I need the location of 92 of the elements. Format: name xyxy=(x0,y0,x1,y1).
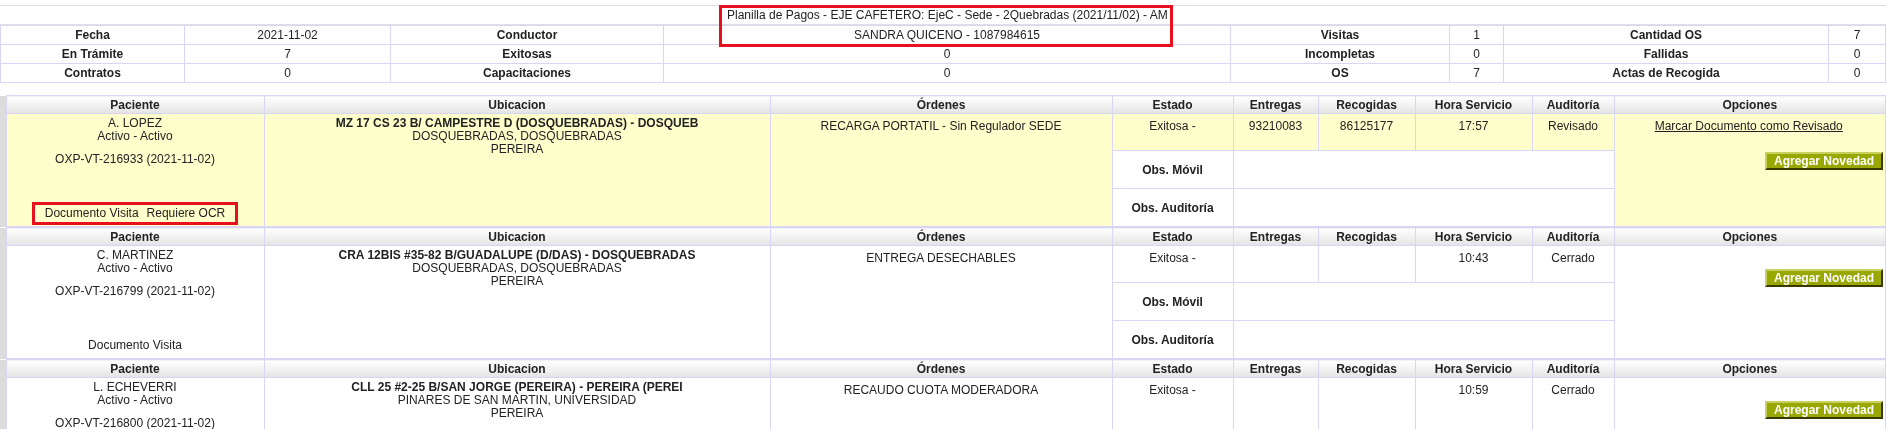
patient-name: L. ECHEVERRI xyxy=(92,381,178,394)
address-text: CLL 25 #2-25 B/SAN JORGE (PEREIRA) - PEREIRA (PEREI xyxy=(350,381,684,394)
city-text: PEREIRA xyxy=(490,275,544,288)
summary-label: Cantidad OS xyxy=(1503,25,1829,45)
column-header: Órdenes xyxy=(770,227,1112,246)
mark-reviewed-link[interactable]: Marcar Documento como Revisado xyxy=(1654,119,1843,133)
visit-document-number: OXP-VT-216799 (2021-11-02) xyxy=(54,285,216,298)
neighborhood-text: DOSQUEBRADAS, DOSQUEBRADAS xyxy=(411,130,622,143)
column-header: Ubicacion xyxy=(264,227,770,246)
status-cell: Exitosa - xyxy=(1112,377,1233,429)
patient-status: Activo - Activo xyxy=(96,394,174,407)
audit-cell: Cerrado xyxy=(1532,377,1614,429)
document-link[interactable]: Documento Visita xyxy=(44,207,139,220)
summary-value: 0 xyxy=(663,63,1231,83)
summary-value: 2021-11-02 xyxy=(184,25,391,45)
column-header: Ubicacion xyxy=(264,95,770,114)
column-header: Hora Servicio xyxy=(1415,95,1532,114)
column-header: Auditoría xyxy=(1532,95,1614,114)
audit-cell: Revisado xyxy=(1532,113,1614,151)
neighborhood-text: DOSQUEBRADAS, DOSQUEBRADAS xyxy=(411,262,622,275)
column-header: Entregas xyxy=(1233,227,1318,246)
column-header: Entregas xyxy=(1233,359,1318,378)
summary-label: Incompletas xyxy=(1230,44,1450,64)
service-time-cell: 10:43 xyxy=(1415,245,1532,283)
service-time-cell: 17:57 xyxy=(1415,113,1532,151)
observation-label: Obs. Móvil xyxy=(1112,282,1233,321)
address-text: MZ 17 CS 23 B/ CAMPESTRE D (DOSQUEBRADAS) - DOSQUEB xyxy=(334,117,700,130)
column-header: Hora Servicio xyxy=(1415,359,1532,378)
column-header: Estado xyxy=(1112,359,1233,378)
summary-label: Visitas xyxy=(1230,25,1450,45)
column-header: Entregas xyxy=(1233,95,1318,114)
column-header: Recogidas xyxy=(1318,359,1415,378)
column-header: Paciente xyxy=(6,227,264,246)
summary-value: 0 xyxy=(1828,44,1886,64)
patient-name: C. MARTINEZ xyxy=(95,249,175,262)
visit-document-number: OXP-VT-216800 (2021-11-02) xyxy=(54,417,216,429)
pickups-cell: 86125177 xyxy=(1318,113,1415,151)
report-title: Planilla de Pagos - EJE CAFETERO: EjeC - Sede - 2Quebradas (2021/11/02) - AM xyxy=(727,7,1168,24)
summary-value: 7 xyxy=(1449,63,1504,83)
summary-label: Exitosas xyxy=(390,44,664,64)
summary-value: 7 xyxy=(1828,25,1886,45)
deliveries-cell: 93210083 xyxy=(1233,113,1318,151)
document-link[interactable]: Documento Visita xyxy=(88,339,182,352)
city-text: PEREIRA xyxy=(489,407,545,420)
summary-label: Conductor xyxy=(390,25,664,45)
column-header: Opciones xyxy=(1614,95,1886,114)
service-time-cell: 10:59 xyxy=(1415,377,1532,429)
patient-status: Activo - Activo xyxy=(96,262,174,275)
summary-label: Actas de Recogida xyxy=(1503,63,1829,83)
column-header: Paciente xyxy=(6,95,264,114)
neighborhood-text: PINARES DE SAN MARTIN, UNIVERSIDAD xyxy=(396,394,638,407)
column-header: Órdenes xyxy=(770,359,1112,378)
audit-cell: Cerrado xyxy=(1532,245,1614,283)
summary-label: Capacitaciones xyxy=(390,63,664,83)
summary-value: 1 xyxy=(1449,25,1504,45)
column-header: Opciones xyxy=(1614,359,1886,378)
summary-value: 7 xyxy=(184,44,391,64)
order-text: RECARGA PORTATIL - Sin Regulador SEDE xyxy=(820,119,1062,133)
column-header: Hora Servicio xyxy=(1415,227,1532,246)
summary-label: Fecha xyxy=(0,25,185,45)
status-cell: Exitosa - xyxy=(1112,245,1233,283)
summary-value: 0 xyxy=(1449,44,1504,64)
visit-document-number: OXP-VT-216933 (2021-11-02) xyxy=(54,153,216,166)
summary-label: OS xyxy=(1230,63,1450,83)
patient-status: Activo - Activo xyxy=(96,130,174,143)
summary-value: 0 xyxy=(184,63,391,83)
summary-value: SANDRA QUICENO - 1087984615 xyxy=(663,25,1231,45)
column-header: Auditoría xyxy=(1532,359,1614,378)
document-link[interactable]: Requiere OCR xyxy=(146,207,226,220)
column-header: Opciones xyxy=(1614,227,1886,246)
summary-label: Fallidas xyxy=(1503,44,1829,64)
column-header: Recogidas xyxy=(1318,227,1415,246)
status-cell: Exitosa - xyxy=(1112,113,1233,151)
order-text: ENTREGA DESECHABLES xyxy=(866,251,1016,265)
observation-label: Obs. Auditoría xyxy=(1112,188,1233,227)
column-header: Órdenes xyxy=(770,95,1112,114)
order-text: RECAUDO CUOTA MODERADORA xyxy=(843,383,1039,397)
patient-name: A. LOPEZ xyxy=(107,117,163,130)
column-header: Estado xyxy=(1112,95,1233,114)
column-header: Ubicacion xyxy=(264,359,770,378)
summary-label: En Trámite xyxy=(0,44,185,64)
column-header: Paciente xyxy=(6,359,264,378)
column-header: Recogidas xyxy=(1318,95,1415,114)
summary-value: 0 xyxy=(663,44,1231,64)
observation-label: Obs. Auditoría xyxy=(1112,320,1233,359)
observation-label: Obs. Móvil xyxy=(1112,150,1233,189)
column-header: Auditoría xyxy=(1532,227,1614,246)
column-header: Estado xyxy=(1112,227,1233,246)
address-text: CRA 12BIS #35-82 B/GUADALUPE (D/DAS) - DOSQUEBRADAS xyxy=(337,249,697,262)
summary-label: Contratos xyxy=(0,63,185,83)
summary-value: 0 xyxy=(1828,63,1886,83)
city-text: PEREIRA xyxy=(490,143,544,156)
